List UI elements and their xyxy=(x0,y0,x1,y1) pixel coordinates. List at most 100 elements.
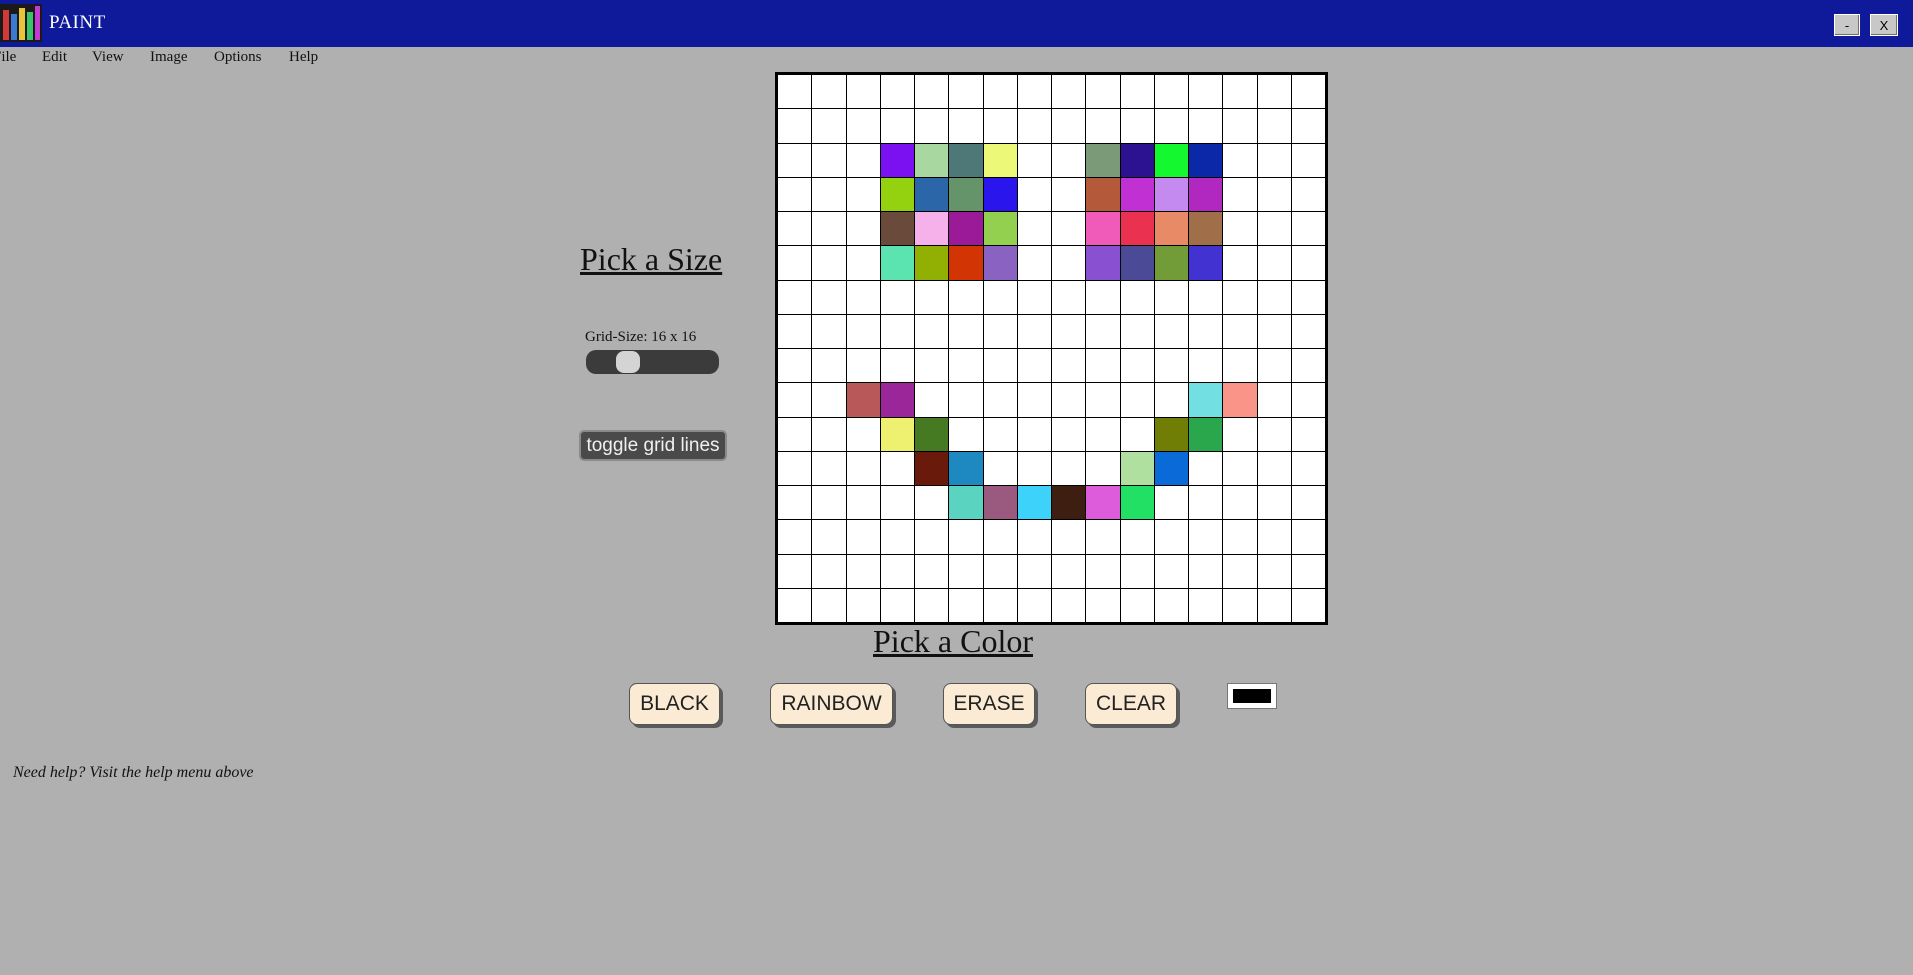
grid-cell[interactable] xyxy=(778,75,812,109)
grid-cell[interactable] xyxy=(1291,451,1325,485)
grid-cell[interactable] xyxy=(846,383,880,417)
grid-cell[interactable] xyxy=(915,75,949,109)
grid-cell[interactable] xyxy=(880,520,914,554)
grid-cell[interactable] xyxy=(1257,246,1291,280)
grid-cell[interactable] xyxy=(846,280,880,314)
grid-cell[interactable] xyxy=(880,554,914,588)
grid-cell[interactable] xyxy=(1291,520,1325,554)
grid-cell[interactable] xyxy=(1120,212,1154,246)
grid-cell[interactable] xyxy=(949,246,983,280)
grid-cell[interactable] xyxy=(1291,177,1325,211)
grid-cell[interactable] xyxy=(983,588,1017,622)
grid-cell[interactable] xyxy=(880,588,914,622)
grid-cell[interactable] xyxy=(1223,520,1257,554)
grid-cell[interactable] xyxy=(949,554,983,588)
grid-cell[interactable] xyxy=(1223,246,1257,280)
grid-cell[interactable] xyxy=(1154,280,1188,314)
grid-cell[interactable] xyxy=(1223,588,1257,622)
grid-cell[interactable] xyxy=(915,212,949,246)
grid-cell[interactable] xyxy=(778,143,812,177)
grid-cell[interactable] xyxy=(1120,451,1154,485)
grid-cell[interactable] xyxy=(778,109,812,143)
grid-cell[interactable] xyxy=(1189,349,1223,383)
grid-cell[interactable] xyxy=(1291,588,1325,622)
grid-cell[interactable] xyxy=(983,280,1017,314)
grid-cell[interactable] xyxy=(983,314,1017,348)
grid-cell[interactable] xyxy=(1189,520,1223,554)
grid-cell[interactable] xyxy=(1223,212,1257,246)
grid-cell[interactable] xyxy=(778,383,812,417)
menu-image[interactable]: Image xyxy=(150,49,187,66)
grid-cell[interactable] xyxy=(1086,314,1120,348)
grid-cell[interactable] xyxy=(1086,143,1120,177)
grid-cell[interactable] xyxy=(1017,383,1051,417)
grid-cell[interactable] xyxy=(915,486,949,520)
grid-cell[interactable] xyxy=(812,417,846,451)
grid-cell[interactable] xyxy=(1154,246,1188,280)
grid-cell[interactable] xyxy=(1052,143,1086,177)
menu-view[interactable]: View xyxy=(92,49,124,66)
grid-cell[interactable] xyxy=(1052,212,1086,246)
grid-cell[interactable] xyxy=(1189,246,1223,280)
grid-cell[interactable] xyxy=(983,109,1017,143)
grid-cell[interactable] xyxy=(846,588,880,622)
grid-cell[interactable] xyxy=(778,212,812,246)
grid-cell[interactable] xyxy=(778,246,812,280)
grid-cell[interactable] xyxy=(1086,280,1120,314)
grid-cell[interactable] xyxy=(778,451,812,485)
grid-cell[interactable] xyxy=(1223,109,1257,143)
grid-cell[interactable] xyxy=(1017,486,1051,520)
grid-cell[interactable] xyxy=(1223,486,1257,520)
grid-cell[interactable] xyxy=(1257,554,1291,588)
grid-cell[interactable] xyxy=(1086,246,1120,280)
grid-cell[interactable] xyxy=(1154,554,1188,588)
grid-cell[interactable] xyxy=(778,314,812,348)
grid-cell[interactable] xyxy=(949,314,983,348)
grid-cell[interactable] xyxy=(915,314,949,348)
grid-cell[interactable] xyxy=(949,451,983,485)
grid-cell[interactable] xyxy=(915,554,949,588)
grid-cell[interactable] xyxy=(1223,349,1257,383)
grid-cell[interactable] xyxy=(1154,143,1188,177)
grid-cell[interactable] xyxy=(1223,314,1257,348)
grid-cell[interactable] xyxy=(1257,75,1291,109)
grid-cell[interactable] xyxy=(812,75,846,109)
grid-cell[interactable] xyxy=(1223,177,1257,211)
grid-cell[interactable] xyxy=(1154,75,1188,109)
grid-cell[interactable] xyxy=(949,520,983,554)
grid-cell[interactable] xyxy=(846,314,880,348)
grid-cell[interactable] xyxy=(1291,280,1325,314)
grid-cell[interactable] xyxy=(1017,246,1051,280)
menu-options[interactable]: Options xyxy=(214,49,262,66)
rainbow-button[interactable]: RAINBOW xyxy=(770,683,893,725)
grid-cell[interactable] xyxy=(880,314,914,348)
grid-cell[interactable] xyxy=(983,177,1017,211)
grid-cell[interactable] xyxy=(1154,314,1188,348)
grid-cell[interactable] xyxy=(812,554,846,588)
grid-cell[interactable] xyxy=(1257,177,1291,211)
grid-cell[interactable] xyxy=(1154,383,1188,417)
grid-cell[interactable] xyxy=(1052,554,1086,588)
toggle-grid-lines-button[interactable]: toggle grid lines xyxy=(579,430,727,461)
grid-cell[interactable] xyxy=(983,383,1017,417)
grid-cell[interactable] xyxy=(1291,554,1325,588)
grid-cell[interactable] xyxy=(1291,75,1325,109)
grid-cell[interactable] xyxy=(1189,451,1223,485)
grid-cell[interactable] xyxy=(1154,177,1188,211)
menu-help[interactable]: Help xyxy=(289,49,318,66)
grid-cell[interactable] xyxy=(1086,451,1120,485)
grid-cell[interactable] xyxy=(915,349,949,383)
grid-cell[interactable] xyxy=(915,588,949,622)
grid-cell[interactable] xyxy=(1120,143,1154,177)
grid-cell[interactable] xyxy=(812,383,846,417)
grid-cell[interactable] xyxy=(1257,143,1291,177)
grid-cell[interactable] xyxy=(880,451,914,485)
grid-cell[interactable] xyxy=(1223,451,1257,485)
grid-cell[interactable] xyxy=(1052,349,1086,383)
grid-cell[interactable] xyxy=(880,212,914,246)
grid-cell[interactable] xyxy=(1017,143,1051,177)
grid-cell[interactable] xyxy=(1017,212,1051,246)
grid-cell[interactable] xyxy=(1052,383,1086,417)
grid-cell[interactable] xyxy=(1052,314,1086,348)
grid-cell[interactable] xyxy=(1086,75,1120,109)
